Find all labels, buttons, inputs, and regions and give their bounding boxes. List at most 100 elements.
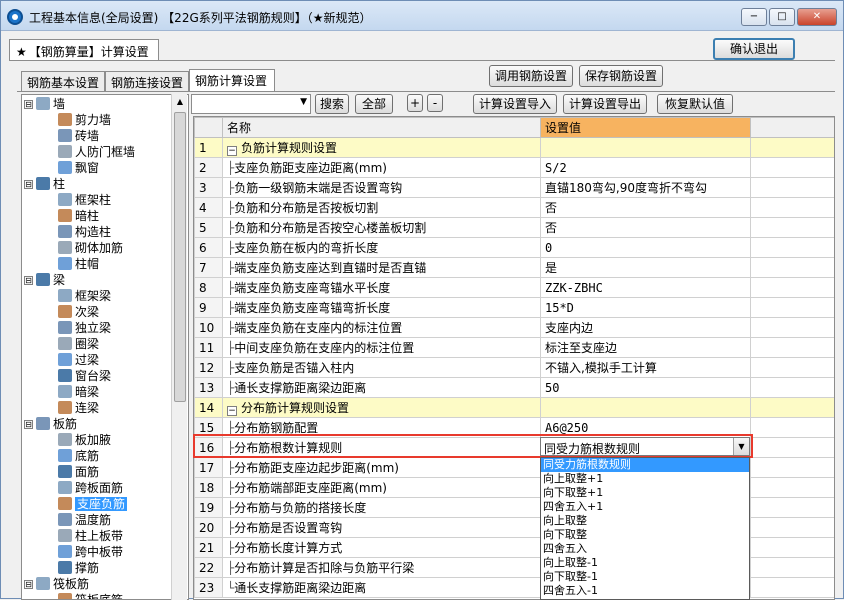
collapse-icon[interactable]: − [227,406,237,416]
tree-item[interactable]: 温度筋 [58,512,111,528]
table-row[interactable]: 9 ├端支座负筋支座弯锚弯折长度 15*D [194,297,834,318]
tree-item[interactable]: 面筋 [58,464,99,480]
collapse-icon[interactable]: ⊟ [24,580,33,589]
tree-scrollbar[interactable]: ▲ [171,94,187,600]
import-settings-button[interactable]: 计算设置导入 [473,94,557,114]
setting-value[interactable]: 是 [540,257,751,278]
table-row[interactable]: 2 ├支座负筋距支座边距离(mm) S/2 [194,157,834,178]
maximize-button[interactable]: □ [769,8,795,26]
setting-value[interactable]: ZZK-ZBHC [540,277,751,298]
table-row[interactable]: 6 ├支座负筋在板内的弯折长度 0 [194,237,834,258]
table-row[interactable]: 5 ├负筋和分布筋是否按空心楼盖板切割否 [194,217,834,238]
tree-item[interactable]: 支座负筋 [58,496,128,512]
tab-rebar-calc-settings[interactable]: ★ 【钢筋算量】计算设置 [9,39,159,61]
save-settings-button[interactable]: 保存钢筋设置 [579,65,663,87]
setting-value[interactable]: 直锚180弯勾,90度弯折不弯勾 [540,177,751,198]
tree-item[interactable]: 板加腋 [58,432,111,448]
count-rule-options[interactable]: 同受力筋根数规则 向上取整+1 向下取整+1 四舍五入+1 向上取整 向下取整 四舍五入 向上… [540,457,750,600]
tree-item[interactable]: ⊟ 板筋 [24,416,77,432]
setting-value[interactable]: 0 [540,237,751,258]
component-tree[interactable]: ⊟ 墙剪力墙 砖墙 人防门框墙 飘窗 ⊟ 柱框架柱 暗柱 构造柱 砌体加筋 柱帽 ⊟ 梁框架梁 次梁 独立梁… [21,94,189,600]
tree-item[interactable]: 圈梁 [58,336,99,352]
tree-item[interactable]: ⊟ 柱 [24,176,65,192]
tree-item[interactable]: 人防门框墙 [58,144,135,160]
dropdown-option[interactable]: 四舍五入 [541,542,749,556]
setting-value[interactable]: 否 [540,217,751,238]
setting-value[interactable] [540,397,751,418]
tree-item[interactable]: 柱帽 [58,256,99,272]
scroll-thumb[interactable] [174,112,186,402]
dropdown-option[interactable]: 四舍五入+1 [541,500,749,514]
minimize-button[interactable]: − [741,8,767,26]
table-row[interactable]: 11 ├中间支座负筋在支座内的标注位置 标注至支座边 [194,337,834,358]
collapse-icon[interactable]: ⊟ [24,276,33,285]
tab-basic-settings[interactable]: 钢筋基本设置 [21,71,105,91]
tree-item[interactable]: 砖墙 [58,128,99,144]
setting-value[interactable]: 标注至支座边 [540,337,751,358]
tree-item[interactable]: 过梁 [58,352,99,368]
setting-value[interactable]: 否 [540,197,751,218]
table-row[interactable]: 7 ├端支座负筋支座达到直锚时是否直锚是 [194,257,834,278]
tree-item[interactable]: ⊟ 梁 [24,272,65,288]
tree-item[interactable]: 次梁 [58,304,99,320]
setting-value[interactable]: 15*D [540,297,751,318]
tree-item[interactable]: 暗柱 [58,208,99,224]
table-row[interactable]: 12 ├支座负筋是否锚入柱内 不锚入,模拟手工计算 [194,357,834,378]
table-row[interactable]: 15 ├分布筋钢筋配置 A6@250 [194,417,834,438]
table-row[interactable]: 4 ├负筋和分布筋是否按板切割否 [194,197,834,218]
tree-item[interactable]: 跨板面筋 [58,480,123,496]
collapse-icon[interactable]: ⊟ [24,420,33,429]
setting-value[interactable] [540,137,751,158]
tree-item[interactable]: 飘窗 [58,160,99,176]
table-row[interactable]: 10 ├端支座负筋在支座内的标注位置 支座内边 [194,317,834,338]
setting-value[interactable]: S/2 [540,157,751,178]
tree-item[interactable]: ⊟ 墙 [24,96,65,112]
dropdown-option[interactable]: 向下取整 [541,528,749,542]
dropdown-option[interactable]: 向下取整-1 [541,570,749,584]
table-row[interactable]: 13 ├通长支撑筋距离梁边距离 50 [194,377,834,398]
tree-item[interactable]: 独立梁 [58,320,111,336]
tree-item[interactable]: 构造柱 [58,224,111,240]
dropdown-option[interactable]: 同受力筋根数规则 [541,458,749,472]
collapse-icon[interactable]: ⊟ [24,180,33,189]
all-button[interactable]: 全部 [355,94,393,114]
dropdown-option[interactable]: 四舍五入-1 [541,584,749,598]
chevron-down-icon[interactable]: ▼ [733,438,749,455]
dropdown-option[interactable]: 向下取整+1 [541,486,749,500]
count-rule-combobox[interactable]: 同受力筋根数规则 ▼ [540,437,750,456]
tree-item[interactable]: ⊟ 筏板筋 [24,576,89,592]
tree-item[interactable]: 跨中板带 [58,544,123,560]
collapse-icon[interactable]: − [227,146,237,156]
tab-calc-settings[interactable]: 钢筋计算设置 [189,69,275,92]
filter-dropdown[interactable]: ▼ [191,94,311,114]
dropdown-option[interactable]: 向上取整 [541,514,749,528]
tree-item[interactable]: 柱上板带 [58,528,123,544]
title-bar[interactable]: 工程基本信息(全局设置) 【22G系列平法钢筋规则】（★新规范） − □ ✕ [1,1,843,31]
setting-value[interactable]: A6@250 [540,417,751,438]
dropdown-option[interactable]: 向上取整+1 [541,472,749,486]
scroll-up-icon[interactable]: ▲ [172,94,188,110]
restore-defaults-button[interactable]: 恢复默认值 [657,94,733,114]
expand-button[interactable]: + [407,94,423,112]
tab-connection-settings[interactable]: 钢筋连接设置 [105,71,189,91]
setting-value[interactable]: 50 [540,377,751,398]
setting-value[interactable]: 支座内边 [540,317,751,338]
search-button[interactable]: 搜索 [315,94,349,114]
tree-item[interactable]: 砌体加筋 [58,240,123,256]
tree-item[interactable]: 暗梁 [58,384,99,400]
tree-item[interactable]: 窗台梁 [58,368,111,384]
collapse-button[interactable]: - [427,94,443,112]
call-settings-button[interactable]: 调用钢筋设置 [489,65,573,87]
confirm-exit-button[interactable]: 确认退出 [713,38,795,60]
collapse-icon[interactable]: ⊟ [24,100,33,109]
table-row[interactable]: 8 ├端支座负筋支座弯锚水平长度 ZZK-ZBHC [194,277,834,298]
table-row[interactable]: 14− 分布筋计算规则设置 [194,397,834,418]
table-row[interactable]: 3 ├负筋一级钢筋末端是否设置弯钩 直锚180弯勾,90度弯折不弯勾 [194,177,834,198]
setting-value[interactable]: 不锚入,模拟手工计算 [540,357,751,378]
export-settings-button[interactable]: 计算设置导出 [563,94,647,114]
tree-item[interactable]: 底筋 [58,448,99,464]
close-button[interactable]: ✕ [797,8,837,26]
tree-item[interactable]: 连梁 [58,400,99,416]
tree-item[interactable]: 撑筋 [58,560,99,576]
dropdown-option[interactable]: 向上取整-1 [541,556,749,570]
